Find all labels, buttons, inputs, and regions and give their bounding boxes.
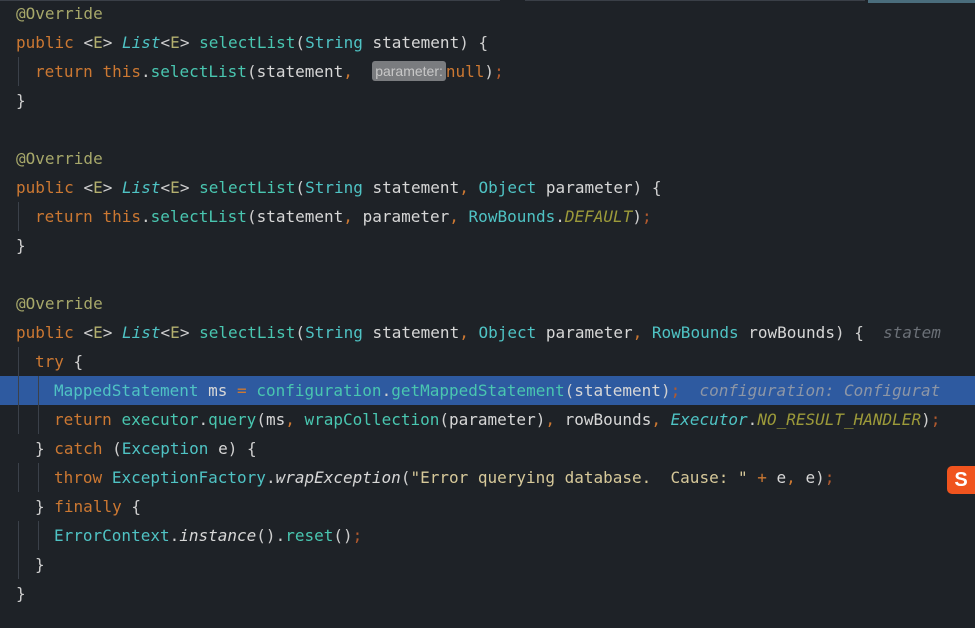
code-line-15[interactable]: return executor.query(ms, wrapCollection… [0,405,975,434]
debug-value-hint: statem [883,323,941,342]
code-line-11[interactable]: @Override [0,289,975,318]
code-line-6[interactable]: @Override [0,144,975,173]
ime-sogou-icon[interactable]: S [947,466,975,494]
annotation-override: @Override [16,294,103,313]
method-signature: public <E> List<E> selectList(String sta… [16,178,662,197]
code-line-19[interactable]: ErrorContext.instance().reset(); [0,521,975,550]
code-line-14-current[interactable]: MappedStatement ms = configuration.getMa… [0,376,975,405]
code-line-9[interactable]: } [0,231,975,260]
method-signature: public <E> List<E> selectList(String sta… [16,33,489,52]
code-line-16[interactable]: } catch (Exception e) { [0,434,975,463]
parameter-inlay-hint: parameter: [372,61,446,81]
code-line-21[interactable]: } [0,579,975,608]
debug-value-hint: configuration: Configurat [699,381,941,400]
code-line-4[interactable]: } [0,86,975,115]
code-line-17[interactable]: throw ExceptionFactory.wrapException("Er… [0,463,975,492]
annotation-override: @Override [16,149,103,168]
annotation-override: @Override [16,4,103,23]
code-line-12[interactable]: public <E> List<E> selectList(String sta… [0,318,975,347]
code-line-1[interactable]: @Override [0,0,975,28]
code-line-3[interactable]: return this.selectList(statement, parame… [0,57,975,86]
code-line-7[interactable]: public <E> List<E> selectList(String sta… [0,173,975,202]
code-line-8[interactable]: return this.selectList(statement, parame… [0,202,975,231]
method-signature: public <E> List<E> selectList(String sta… [16,323,941,342]
code-editor[interactable]: @Override public <E> List<E> selectList(… [0,0,975,628]
code-line-20[interactable]: } [0,550,975,579]
code-line-2[interactable]: public <E> List<E> selectList(String sta… [0,28,975,57]
code-line-13[interactable]: try { [0,347,975,376]
code-line-18[interactable]: } finally { [0,492,975,521]
